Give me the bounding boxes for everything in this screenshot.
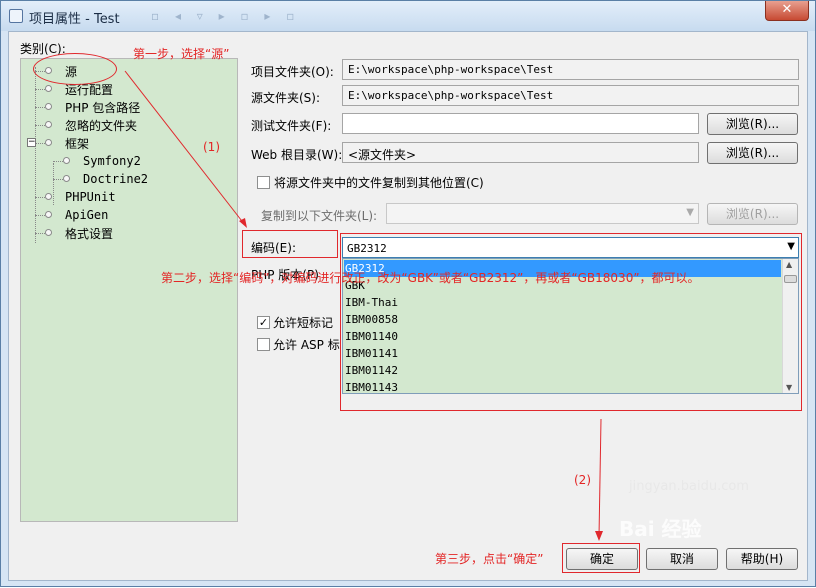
project-properties-dialog: 项目属性 - Test ▫ ◂ ▿ ▸ ▫ ▸ ▫ ✕ 类别(C): 源 运行配… <box>0 0 816 587</box>
annotation-arrows <box>124 70 603 541</box>
step2-annotation: 第二步，选择“编码”，对编码进行改正，改为“GBK”或者“GB2312”，再或者… <box>161 271 700 285</box>
step3-annotation: 第三步，点击“确定” <box>435 552 544 566</box>
step1-number: (1) <box>203 140 220 154</box>
step1-annotation: 第一步，选择“源” <box>133 47 230 61</box>
step2-number: (2) <box>574 473 591 487</box>
